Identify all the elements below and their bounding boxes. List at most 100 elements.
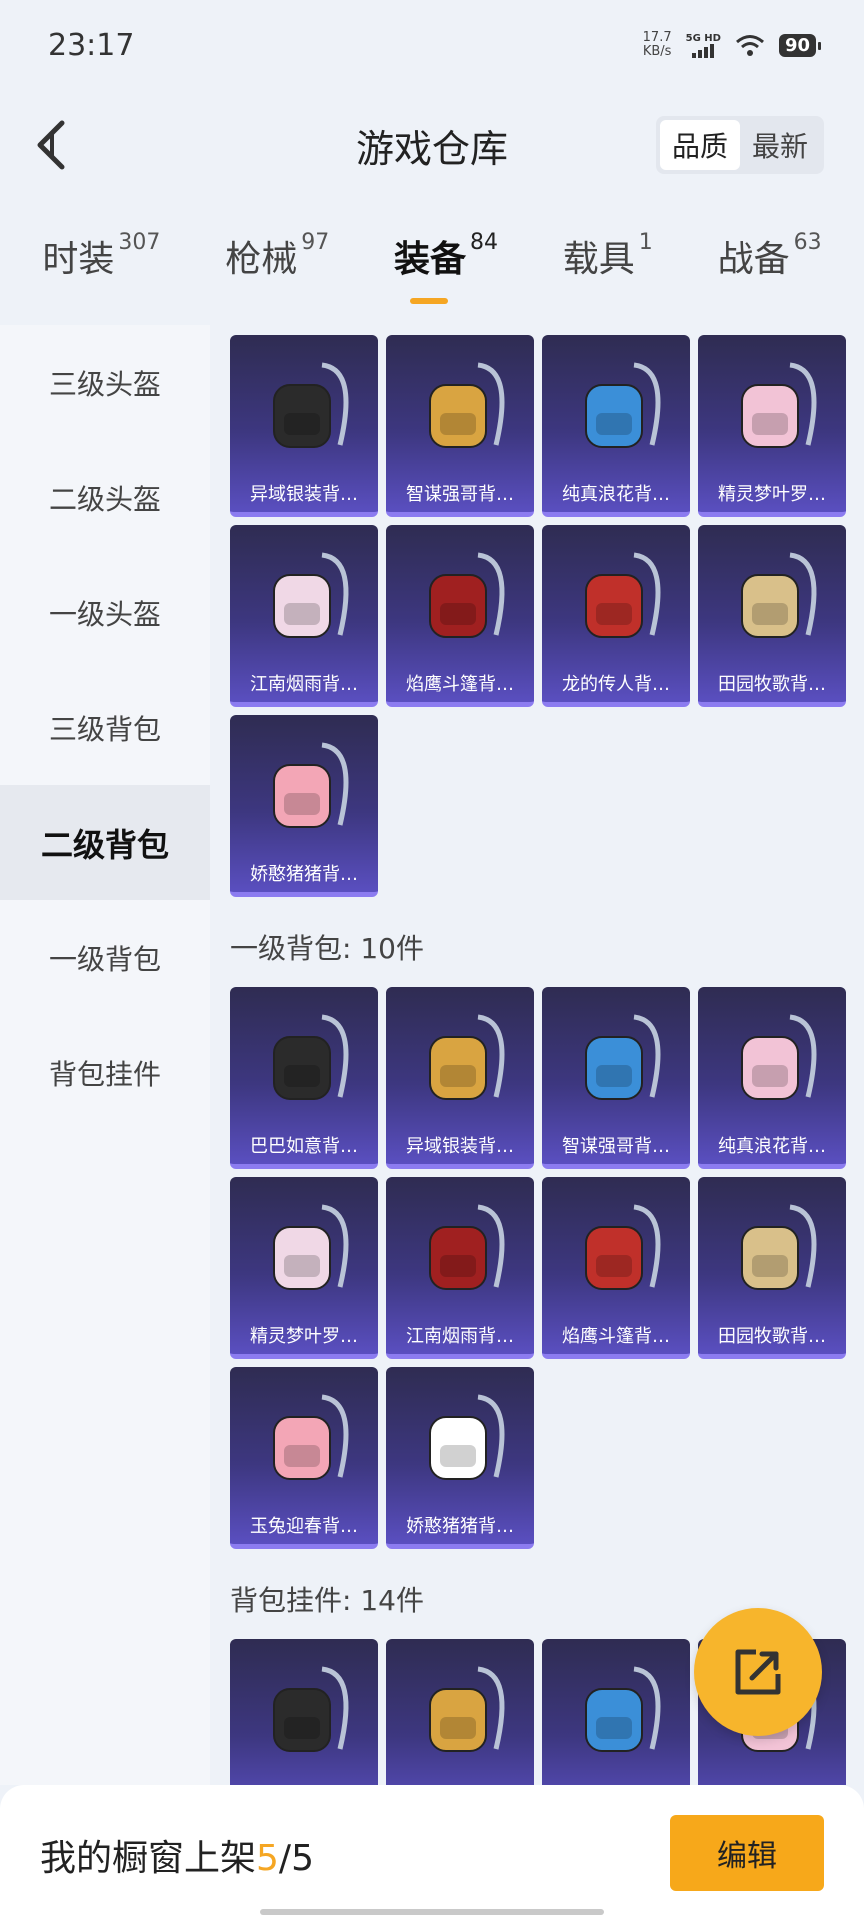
item-card[interactable]: 智谋强哥背… — [542, 987, 690, 1169]
item-card[interactable]: 背包挂件-巴… — [386, 1639, 534, 1785]
item-image — [429, 1666, 505, 1752]
network-type: 5G HD — [685, 32, 721, 44]
item-card[interactable]: 巴巴如意背… — [230, 987, 378, 1169]
showcase-separator: / — [278, 1838, 292, 1879]
item-card[interactable]: 背包挂件-招… — [230, 1639, 378, 1785]
back-button[interactable] — [24, 118, 78, 172]
item-card[interactable]: 娇憨猪猪背… — [230, 715, 378, 897]
net-speed: 17.7 KB/s — [643, 31, 672, 59]
item-card[interactable]: 异域银装背… — [230, 335, 378, 517]
sidebar-item-helmet-lv2[interactable]: 二级头盔 — [0, 440, 210, 555]
section-title-backpack-lv1: 一级背包: 10件 — [230, 932, 424, 965]
tab-count: 84 — [470, 230, 498, 255]
sidebar-item-helmet-lv1[interactable]: 一级头盔 — [0, 555, 210, 670]
item-name: 田园牧歌背… — [718, 674, 826, 695]
header: 游戏仓库 品质 最新 — [0, 100, 864, 190]
item-image — [429, 1014, 505, 1100]
item-name: 纯真浪花背… — [562, 484, 670, 505]
sidebar-item-backpack-lv2[interactable]: 二级背包 — [0, 785, 210, 900]
item-name: 智谋强哥背… — [406, 484, 514, 505]
item-image — [273, 552, 349, 638]
showcase-label: 我的橱窗上架 — [40, 1838, 257, 1879]
item-name: 玉兔迎春背… — [250, 1516, 358, 1537]
item-name: 焰鹰斗篷背… — [562, 1326, 670, 1347]
item-name: 龙的传人背… — [562, 674, 670, 695]
item-card[interactable]: 智谋强哥背… — [386, 335, 534, 517]
tab-label: 枪械 — [225, 239, 298, 280]
tab-count: 307 — [118, 230, 161, 255]
item-card[interactable]: 精灵梦叶罗… — [698, 335, 846, 517]
tab-label: 时装 — [42, 239, 115, 280]
item-name: 江南烟雨背… — [250, 674, 358, 695]
item-card[interactable]: 娇憨猪猪背… — [386, 1367, 534, 1549]
item-card[interactable]: 异域银装背… — [386, 987, 534, 1169]
sort-newest-button[interactable]: 最新 — [740, 120, 820, 170]
sidebar: 三级头盔 二级头盔 一级头盔 三级背包 二级背包 一级背包 背包挂件 — [0, 325, 210, 1785]
item-card[interactable]: 玉兔迎春背… — [230, 1367, 378, 1549]
showcase-total-count: 5 — [291, 1838, 314, 1879]
item-image — [273, 362, 349, 448]
item-name: 巴巴如意背… — [250, 1136, 358, 1157]
item-card[interactable]: 田园牧歌背… — [698, 1177, 846, 1359]
bottom-bar: 我的橱窗上架5/5 编辑 — [0, 1785, 864, 1920]
sidebar-item-pendant[interactable]: 背包挂件 — [0, 1015, 210, 1130]
sort-quality-button[interactable]: 品质 — [659, 120, 740, 170]
tab-vehicles[interactable]: 载具 1 — [563, 230, 653, 310]
tab-supplies[interactable]: 战备 63 — [718, 230, 822, 310]
item-image — [429, 552, 505, 638]
item-card[interactable]: 龙的传人背… — [542, 525, 690, 707]
back-arrow-icon — [37, 120, 65, 170]
sidebar-item-backpack-lv3[interactable]: 三级背包 — [0, 670, 210, 785]
item-image — [741, 552, 817, 638]
page-title: 游戏仓库 — [355, 126, 508, 171]
item-card[interactable]: 纯真浪花背… — [698, 987, 846, 1169]
backpack-lv1-grid: 巴巴如意背… 异域银装背… 智谋强哥背… 纯真浪花背… 精灵梦叶罗… 江南烟雨背… 焰鹰斗篷… — [230, 987, 850, 1549]
showcase-status: 我的橱窗上架5/5 — [40, 1829, 314, 1881]
battery-icon: 90 — [778, 33, 822, 57]
item-card[interactable]: 江南烟雨背… — [386, 1177, 534, 1359]
tab-equipment[interactable]: 装备 84 — [394, 230, 498, 310]
item-card[interactable]: 焰鹰斗篷背… — [386, 525, 534, 707]
item-card[interactable]: 田园牧歌背… — [698, 525, 846, 707]
sidebar-item-backpack-lv1[interactable]: 一级背包 — [0, 900, 210, 1015]
share-button[interactable] — [694, 1608, 822, 1736]
tab-count: 97 — [301, 230, 330, 255]
showcase-current-count: 5 — [256, 1838, 279, 1879]
item-card[interactable]: 焰鹰斗篷背… — [542, 1177, 690, 1359]
sidebar-item-helmet-lv3[interactable]: 三级头盔 — [0, 325, 210, 440]
item-name: 纯真浪花背… — [718, 1136, 826, 1157]
tab-firearms[interactable]: 枪械 97 — [225, 230, 329, 310]
home-indicator — [260, 1909, 604, 1915]
status-bar: 23:17 17.7 KB/s 5G HD 90 — [0, 0, 864, 90]
item-card[interactable]: 纯真浪花背… — [542, 335, 690, 517]
item-image — [741, 362, 817, 448]
item-card[interactable]: 江南烟雨背… — [230, 525, 378, 707]
item-name: 精灵梦叶罗… — [250, 1326, 358, 1347]
edit-button[interactable]: 编辑 — [670, 1815, 824, 1891]
tab-fashion[interactable]: 时装 307 — [42, 230, 160, 310]
item-image — [429, 1204, 505, 1290]
item-image — [273, 1394, 349, 1480]
item-image — [585, 362, 661, 448]
item-name: 异域银装背… — [406, 1136, 514, 1157]
item-name: 娇憨猪猪背… — [250, 864, 358, 885]
tab-label: 装备 — [393, 239, 466, 280]
item-image — [585, 552, 661, 638]
item-name: 娇憨猪猪背… — [406, 1516, 514, 1537]
tab-label: 载具 — [562, 239, 635, 280]
item-card[interactable]: 背包挂件-星… — [542, 1639, 690, 1785]
item-image — [585, 1666, 661, 1752]
item-image — [429, 1394, 505, 1480]
net-speed-value: 17.7 — [642, 30, 672, 45]
item-name: 江南烟雨背… — [406, 1326, 514, 1347]
item-image — [273, 742, 349, 828]
tab-count: 63 — [793, 230, 822, 255]
status-time: 23:17 — [48, 27, 135, 63]
item-card[interactable]: 精灵梦叶罗… — [230, 1177, 378, 1359]
tab-label: 战备 — [717, 239, 790, 280]
item-content: 异域银装背… 智谋强哥背… 纯真浪花背… 精灵梦叶罗… 江南烟雨背… 焰鹰斗篷背… 龙的传人… — [230, 335, 850, 1785]
item-image — [741, 1204, 817, 1290]
share-icon — [735, 1649, 781, 1695]
item-image — [273, 1666, 349, 1752]
item-name: 焰鹰斗篷背… — [406, 674, 514, 695]
